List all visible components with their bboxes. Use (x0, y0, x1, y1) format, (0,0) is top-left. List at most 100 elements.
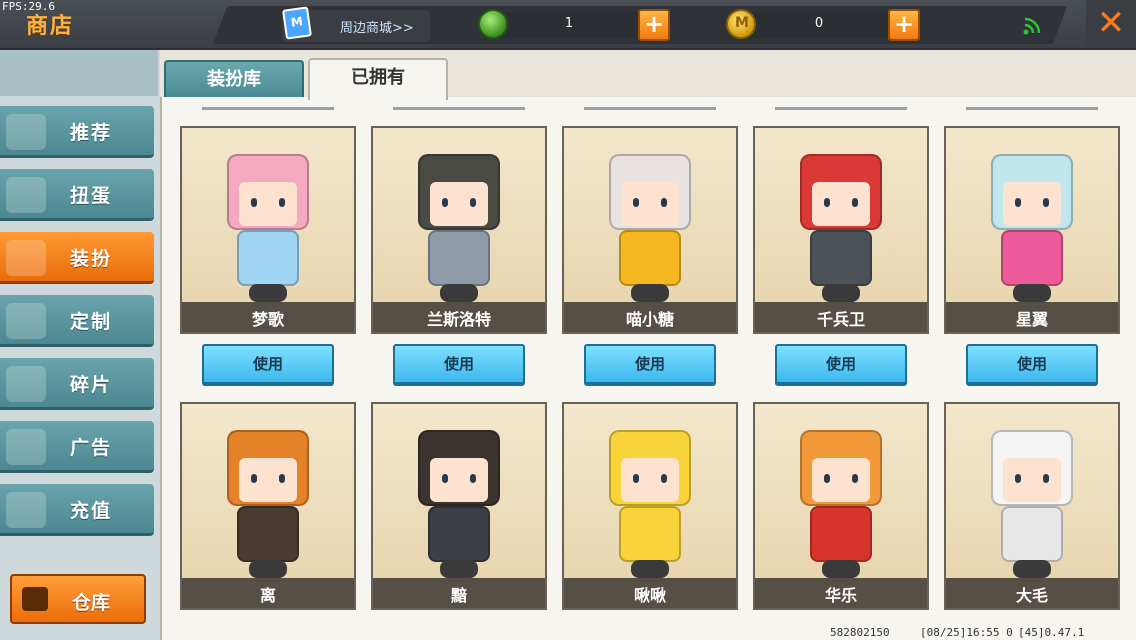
character-eye (251, 474, 257, 483)
tab-owned[interactable]: 已拥有 (308, 58, 448, 100)
character-legs (631, 560, 669, 578)
sidebar-item-label: 推荐 (70, 122, 113, 144)
character-face (812, 182, 870, 226)
version: [45]0.47.1 (1018, 626, 1085, 639)
character-eye (470, 198, 476, 207)
skin-name: 华乐 (824, 586, 857, 605)
skin-name: 黯 (450, 586, 467, 605)
coin-stack-icon (6, 492, 46, 528)
sidebar-item-2[interactable]: 装扮 (0, 232, 154, 284)
skin-name: 大毛 (1015, 586, 1048, 605)
character-face (812, 458, 870, 502)
character-face (239, 182, 297, 226)
merch-shop-link[interactable]: 周边商城>> (340, 17, 414, 36)
skin-name-bar: 啾啾 (564, 578, 736, 608)
signal-icon (1023, 17, 1041, 35)
character-legs (822, 560, 860, 578)
skin-name-bar: 千兵卫 (755, 302, 927, 332)
use-skin-button[interactable]: 使用 (202, 344, 334, 386)
sidebar-item-label: 装扮 (70, 248, 113, 270)
row-divider (775, 107, 907, 110)
skin-card[interactable]: 黯 (371, 402, 547, 610)
skin-card[interactable]: 梦歌 (180, 126, 356, 334)
character-figure (786, 422, 896, 582)
character-figure (404, 146, 514, 306)
character-legs (440, 560, 478, 578)
skin-card[interactable]: 喵小糖 (562, 126, 738, 334)
skin-card[interactable]: 华乐 (753, 402, 929, 610)
row-divider (966, 107, 1098, 110)
character-figure (786, 146, 896, 306)
skin-name: 星翼 (1015, 310, 1048, 329)
sidebar-item-6[interactable]: 充值 (0, 484, 154, 536)
pencil-icon (6, 303, 46, 339)
character-eye (633, 198, 639, 207)
character-figure (213, 146, 323, 306)
character-eye (442, 474, 448, 483)
character-body (428, 230, 490, 286)
skin-name-bar: 喵小糖 (564, 302, 736, 332)
character-eye (852, 198, 858, 207)
add-coins-button[interactable]: + (888, 9, 920, 41)
character-eye (661, 474, 667, 483)
character-eye (852, 474, 858, 483)
coin-letter: M (735, 15, 749, 31)
character-legs (440, 284, 478, 302)
skin-card[interactable]: 星翼 (944, 126, 1120, 334)
character-legs (822, 284, 860, 302)
sidebar-item-label: 定制 (70, 311, 113, 333)
close-button[interactable]: ✕ (1086, 0, 1136, 48)
character-eye (1015, 198, 1021, 207)
warehouse-button[interactable]: 仓库 (10, 574, 146, 624)
skin-card[interactable]: 兰斯洛特 (371, 126, 547, 334)
sidebar-item-4[interactable]: 碎片 (0, 358, 154, 410)
coin-balance: 0 (814, 16, 824, 31)
sidebar-item-label: 充值 (70, 500, 113, 522)
sidebar-item-5[interactable]: 广告 (0, 421, 154, 473)
character-legs (1013, 284, 1051, 302)
character-body (619, 506, 681, 562)
warehouse-label: 仓库 (72, 592, 111, 614)
chest-icon (22, 587, 48, 611)
character-body (1001, 230, 1063, 286)
character-eye (1043, 198, 1049, 207)
character-figure (977, 422, 1087, 582)
character-eye (442, 198, 448, 207)
player-id: 582802150 (830, 626, 890, 639)
use-skin-button[interactable]: 使用 (584, 344, 716, 386)
row-divider (202, 107, 334, 110)
gem-icon (478, 9, 508, 39)
character-eye (661, 198, 667, 207)
character-figure (404, 422, 514, 582)
character-body (237, 506, 299, 562)
page-title: 商店 (26, 14, 75, 39)
add-gems-button[interactable]: + (638, 9, 670, 41)
character-face (239, 458, 297, 502)
skin-name: 梦歌 (251, 310, 284, 329)
skin-card[interactable]: 啾啾 (562, 402, 738, 610)
sidebar-item-3[interactable]: 定制 (0, 295, 154, 347)
character-legs (631, 284, 669, 302)
skin-card[interactable]: 大毛 (944, 402, 1120, 610)
character-figure (977, 146, 1087, 306)
character-face (430, 182, 488, 226)
coin-balance-field: 0 (750, 12, 888, 38)
use-skin-button[interactable]: 使用 (966, 344, 1098, 386)
character-eye (824, 474, 830, 483)
timestamp: [08/25]16:55 0 (920, 626, 1013, 639)
shopping-bag-icon[interactable]: M (282, 6, 312, 40)
character-figure (213, 422, 323, 582)
character-body (1001, 506, 1063, 562)
sidebar-item-0[interactable]: 推荐 (0, 106, 154, 158)
skin-card[interactable]: 千兵卫 (753, 126, 929, 334)
row-divider (584, 107, 716, 110)
character-eye (470, 474, 476, 483)
sidebar-item-1[interactable]: 扭蛋 (0, 169, 154, 221)
skin-name-bar: 星翼 (946, 302, 1118, 332)
sidebar: 推荐扭蛋装扮定制碎片广告充值 仓库 (0, 50, 160, 640)
use-skin-button[interactable]: 使用 (393, 344, 525, 386)
character-figure (595, 146, 705, 306)
use-skin-button[interactable]: 使用 (775, 344, 907, 386)
tab-wardrobe[interactable]: 装扮库 (164, 60, 304, 98)
skin-card[interactable]: 离 (180, 402, 356, 610)
